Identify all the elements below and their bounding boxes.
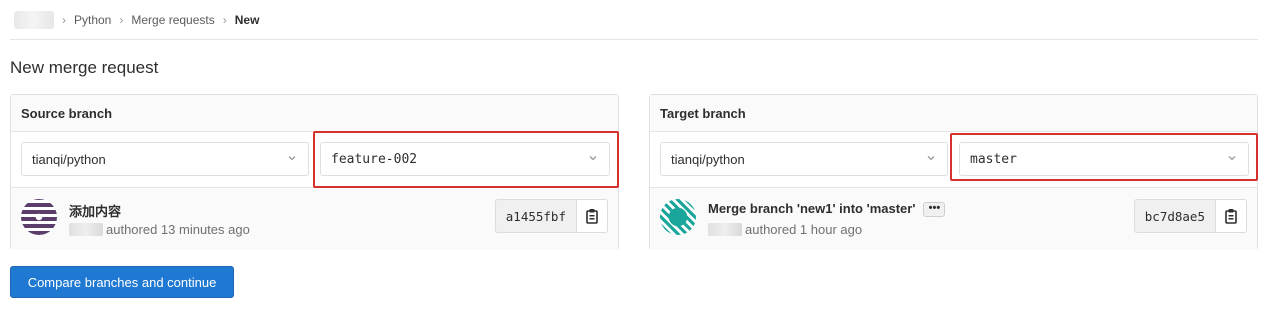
source-commit-meta-text: authored 13 minutes ago [106,222,250,237]
source-project-dropdown[interactable]: tianqi/python [21,142,309,176]
target-branch-panel: Target branch tianqi/python master Merge… [649,94,1258,250]
source-dropdowns: tianqi/python feature-002 [11,132,618,187]
page-title: New merge request [10,58,159,77]
source-branch-panel: Source branch tianqi/python feature-002 … [10,94,619,250]
angle-right-icon: › [222,12,227,27]
author-name-blurred[interactable] [69,223,103,236]
source-commit-sha[interactable]: a1455fbf [494,199,576,233]
toggle-commit-description-button[interactable]: ••• [923,202,946,218]
target-dropdowns: tianqi/python master [650,132,1257,187]
target-project-dropdown[interactable]: tianqi/python [660,142,948,176]
source-commit-row: 添加内容 authored 13 minutes ago a1455fbf [11,187,618,250]
target-branch-dropdown[interactable]: master [959,142,1249,176]
angle-right-icon: › [62,12,66,27]
target-commit-meta: authored 1 hour ago [708,222,862,237]
chevron-down-icon [288,156,296,161]
clipboard-icon [1225,209,1237,224]
target-branch-header: Target branch [650,95,1257,132]
target-commit-title[interactable]: Merge branch 'new1' into 'master' [708,201,915,216]
chevron-down-icon [1228,156,1236,161]
target-commit-title-wrap: Merge branch 'new1' into 'master' ••• [708,201,946,218]
target-project-value: tianqi/python [671,151,745,167]
copy-sha-button[interactable] [1215,199,1247,233]
target-commit-sha[interactable]: bc7d8ae5 [1133,199,1215,233]
target-sha-group: bc7d8ae5 [1133,199,1247,233]
source-branch-dropdown[interactable]: feature-002 [320,142,610,176]
source-sha-group: a1455fbf [494,199,608,233]
target-commit-meta-text: authored 1 hour ago [745,222,863,237]
angle-right-icon: › [119,12,124,27]
source-commit-title[interactable]: 添加内容 [69,201,121,220]
compare-branches-button[interactable]: Compare branches and continue [10,266,234,298]
chevron-down-icon [589,156,597,161]
chevron-down-icon [927,156,935,161]
author-name-blurred[interactable] [708,223,742,236]
breadcrumb-new: New [234,12,260,27]
clipboard-icon [586,209,598,224]
source-project-value: tianqi/python [32,151,106,167]
target-branch-value: master [970,151,1017,167]
breadcrumb-merge-requests[interactable]: Merge requests [131,13,214,27]
target-commit-row: Merge branch 'new1' into 'master' ••• aut… [650,187,1257,250]
group-avatar-blurred[interactable] [14,10,54,29]
source-branch-header: Source branch [11,95,618,132]
source-branch-value: feature-002 [331,151,418,167]
avatar[interactable] [660,199,696,235]
source-commit-meta: authored 13 minutes ago [69,222,250,237]
copy-sha-button[interactable] [576,199,608,233]
breadcrumb-python[interactable]: Python [74,13,111,27]
breadcrumb: › Python › Merge requests › New [10,0,1258,40]
avatar[interactable] [21,199,57,235]
